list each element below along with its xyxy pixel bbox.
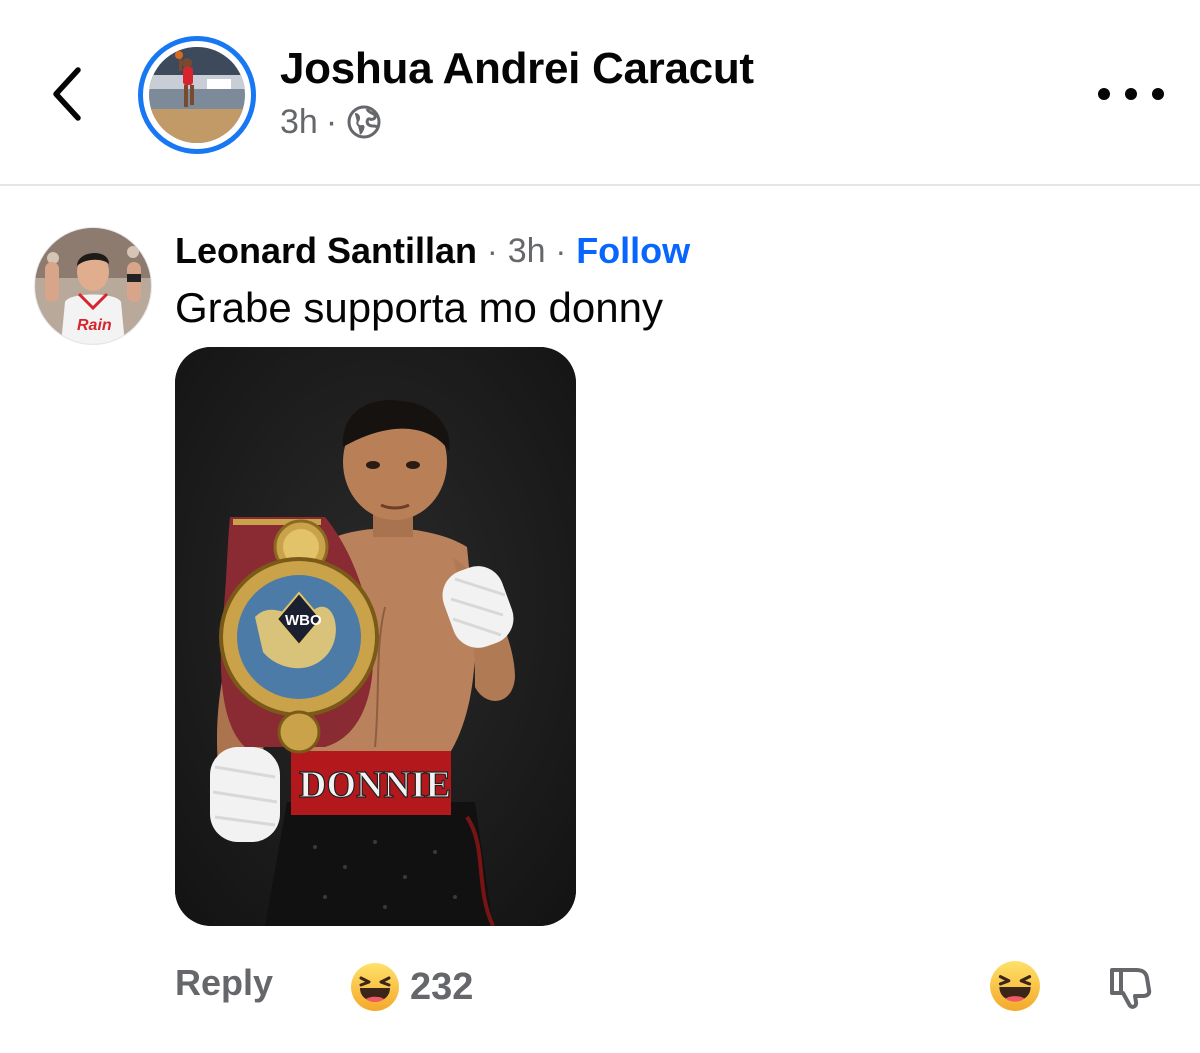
meta-separator: ·: [325, 102, 338, 141]
post-header: Joshua Andrei Caracut 3h ·: [0, 0, 1200, 186]
comment-photo[interactable]: DONNIE WBO: [175, 347, 576, 926]
dislike-button[interactable]: [1106, 962, 1154, 1010]
comment-text: Grabe supporta mo donny: [175, 284, 663, 331]
haha-emoji-icon: [990, 961, 1040, 1011]
commenter-avatar[interactable]: Rain: [35, 228, 151, 344]
reaction-summary[interactable]: 232: [350, 958, 473, 1016]
more-dot: [1152, 88, 1164, 100]
follow-button[interactable]: Follow: [576, 230, 690, 272]
trunks-text: DONNIE: [299, 764, 451, 806]
more-horizontal-icon: [1098, 88, 1110, 100]
more-options-button[interactable]: [1098, 74, 1164, 114]
thumbs-down-icon: [1110, 968, 1152, 1009]
commenter-name[interactable]: Leonard Santillan: [175, 230, 477, 272]
comment-separator: ·: [555, 232, 567, 269]
back-button[interactable]: [38, 58, 98, 130]
boxer-photo: DONNIE WBO: [175, 347, 576, 926]
commenter-avatar-image: Rain: [35, 228, 151, 344]
chevron-left-icon: [53, 67, 81, 121]
comment-time[interactable]: 3h: [508, 232, 546, 271]
svg-text:Rain: Rain: [77, 317, 112, 334]
haha-emoji-icon: [350, 962, 400, 1012]
comment-separator: ·: [487, 232, 498, 269]
belt-text: WBO: [285, 612, 322, 629]
author-avatar[interactable]: [138, 36, 256, 154]
reaction-count: 232: [410, 965, 474, 1008]
react-button[interactable]: [989, 960, 1041, 1012]
post-time[interactable]: 3h: [280, 103, 318, 142]
globe-icon: [345, 103, 383, 141]
more-dot: [1125, 88, 1137, 100]
post-author-name[interactable]: Joshua Andrei Caracut: [280, 44, 754, 94]
author-avatar-image: [149, 47, 245, 143]
post-meta: 3h ·: [280, 100, 383, 144]
comment-header: Leonard Santillan · 3h · Follow: [175, 224, 690, 278]
reply-button[interactable]: Reply: [175, 962, 273, 1004]
